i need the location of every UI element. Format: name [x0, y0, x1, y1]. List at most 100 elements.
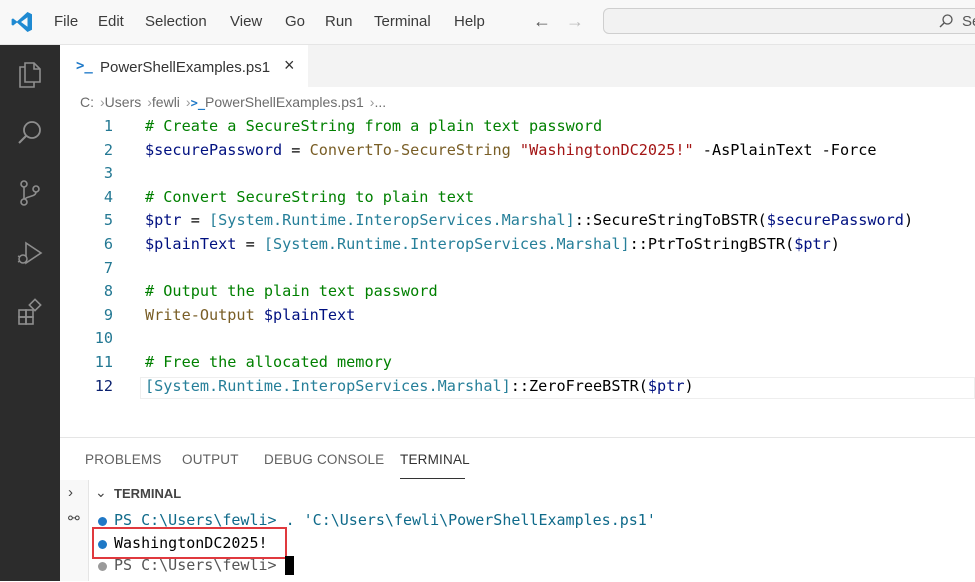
source-control-icon[interactable]: [15, 178, 45, 208]
tab-debug-console[interactable]: DEBUG CONSOLE: [264, 452, 384, 467]
line-number: 5: [103, 211, 113, 230]
line-number: 2: [103, 140, 113, 159]
tab-problems[interactable]: PROBLEMS: [85, 452, 162, 467]
code-line[interactable]: 2 $securePassword = ConvertTo-SecureStrin…: [60, 141, 975, 165]
back-arrow-icon[interactable]: ←: [533, 11, 551, 32]
command-decoration-dot[interactable]: [98, 517, 107, 526]
line-number: 8: [103, 282, 113, 301]
search-icon[interactable]: [15, 118, 45, 148]
search-icon: [939, 14, 953, 28]
line-number: 3: [103, 164, 113, 183]
chevron-down-icon[interactable]: ⌄: [95, 484, 107, 501]
breadcrumb: C: ›Users ›fewli ›>_PowerShellExamples.ps1 ›…: [80, 94, 386, 110]
code-token: -AsPlainText -Force: [693, 140, 877, 159]
code-text: $plainText = [System.Runtime.InteropServ…: [145, 235, 840, 253]
code-token: ::ZeroFreeBSTR(: [510, 376, 648, 395]
tab-output[interactable]: OUTPUT: [182, 452, 239, 467]
code-token: $securePassword: [145, 140, 283, 159]
code-token: $ptr: [647, 376, 685, 395]
extensions-icon[interactable]: [15, 298, 45, 328]
command-center-search[interactable]: Se: [603, 8, 975, 34]
powershell-file-icon: >_: [190, 96, 206, 110]
command-decoration-dot[interactable]: [98, 562, 107, 571]
breadcrumb-item-symbols[interactable]: ...: [374, 94, 386, 110]
code-text: # Free the allocated memory: [145, 353, 392, 371]
code-line[interactable]: 8 # Output the plain text password: [60, 282, 975, 306]
code-line[interactable]: 7: [60, 259, 975, 283]
code-line[interactable]: 3: [60, 164, 975, 188]
code-token: [System.Runtime.InteropServices.Marshal]: [263, 235, 630, 253]
code-line[interactable]: 5 $ptr = [System.Runtime.InteropServices.…: [60, 211, 975, 235]
line-number: 9: [103, 305, 113, 324]
code-line[interactable]: 12 [System.Runtime.InteropServices.Marsha…: [60, 376, 975, 401]
code-text: Write-Output $plainText: [145, 306, 355, 324]
vscode-logo-icon[interactable]: [10, 10, 34, 34]
chevron-right-icon[interactable]: ›: [68, 484, 73, 501]
line-number: 6: [103, 235, 113, 253]
code-token: ): [903, 211, 914, 230]
code-token: $plainText: [145, 235, 237, 253]
menu-run[interactable]: Run: [325, 13, 353, 30]
run-debug-icon[interactable]: [15, 238, 45, 268]
code-token: # Output the plain text password: [145, 282, 438, 301]
line-number: 1: [103, 117, 113, 135]
code-text: $ptr = [System.Runtime.InteropServices.M…: [145, 211, 913, 229]
breadcrumb-item-drive[interactable]: C:: [80, 94, 94, 110]
code-token: $ptr: [145, 211, 182, 230]
activity-bar: [0, 45, 60, 581]
terminal-cursor: [285, 556, 294, 575]
code-text: $securePassword = ConvertTo-SecureString…: [145, 141, 877, 159]
plug-icon[interactable]: ⚯: [68, 510, 80, 527]
code-editor[interactable]: 1 # Create a SecureString from a plain te…: [60, 115, 975, 435]
breadcrumb-item-file[interactable]: PowerShellExamples.ps1: [205, 94, 364, 110]
active-tab-indicator: [400, 478, 465, 479]
code-text: # Create a SecureString from a plain tex…: [145, 117, 602, 135]
code-token: ConvertTo-SecureString: [309, 140, 511, 159]
code-line[interactable]: 10: [60, 329, 975, 353]
line-number: 11: [94, 353, 113, 371]
code-token: $plainText: [263, 305, 356, 324]
menu-selection[interactable]: Selection: [145, 13, 207, 30]
code-line[interactable]: 9 Write-Output $plainText: [60, 306, 975, 330]
menu-edit[interactable]: Edit: [98, 13, 124, 30]
command-center-text: Se: [962, 13, 975, 30]
tab-terminal[interactable]: TERMINAL: [400, 452, 470, 467]
menu-go[interactable]: Go: [285, 13, 305, 30]
code-line[interactable]: 11 # Free the allocated memory: [60, 353, 975, 377]
terminal-section-header[interactable]: TERMINAL: [114, 486, 181, 501]
code-token: [System.Runtime.InteropServices.Marshal]: [209, 211, 575, 230]
line-number: 12: [94, 376, 113, 395]
menu-terminal[interactable]: Terminal: [374, 13, 431, 30]
code-token: # Free the allocated memory: [145, 353, 392, 371]
breadcrumb-item-users[interactable]: Users: [105, 94, 142, 110]
title-bar: File Edit Selection View Go Run Terminal…: [0, 0, 975, 45]
line-number: 4: [103, 187, 113, 206]
menu-view[interactable]: View: [230, 13, 262, 30]
code-token: # Create a SecureString from a plain tex…: [145, 117, 603, 135]
code-token: $securePassword: [766, 211, 904, 230]
code-token: =: [236, 235, 264, 253]
explorer-icon[interactable]: [15, 59, 45, 89]
code-token: ): [830, 235, 840, 253]
code-line[interactable]: 1 # Create a SecureString from a plain te…: [60, 117, 975, 141]
code-token: # Convert SecureString to plain text: [145, 187, 475, 206]
code-text: # Convert SecureString to plain text: [145, 188, 474, 206]
menu-file[interactable]: File: [54, 13, 78, 30]
code-token: [System.Runtime.InteropServices.Marshal]: [145, 376, 511, 395]
code-token: ::SecureStringToBSTR(: [574, 211, 767, 230]
code-line[interactable]: 4 # Convert SecureString to plain text: [60, 188, 975, 212]
menu-help[interactable]: Help: [454, 13, 485, 30]
forward-arrow-icon[interactable]: →: [566, 11, 584, 32]
breadcrumb-item-user[interactable]: fewli: [152, 94, 180, 110]
code-token: "WashingtonDC2025!": [519, 140, 694, 159]
line-number: 10: [94, 329, 113, 348]
code-token: ): [684, 376, 694, 395]
tab-powershellexamples[interactable]: >_ PowerShellExamples.ps1 ×: [60, 45, 308, 89]
tab-label: PowerShellExamples.ps1: [100, 59, 271, 76]
code-token: =: [282, 140, 310, 159]
code-line[interactable]: 6 $plainText = [System.Runtime.InteropSer…: [60, 235, 975, 259]
output-highlight-box: [92, 527, 287, 559]
close-icon[interactable]: ×: [284, 55, 295, 76]
